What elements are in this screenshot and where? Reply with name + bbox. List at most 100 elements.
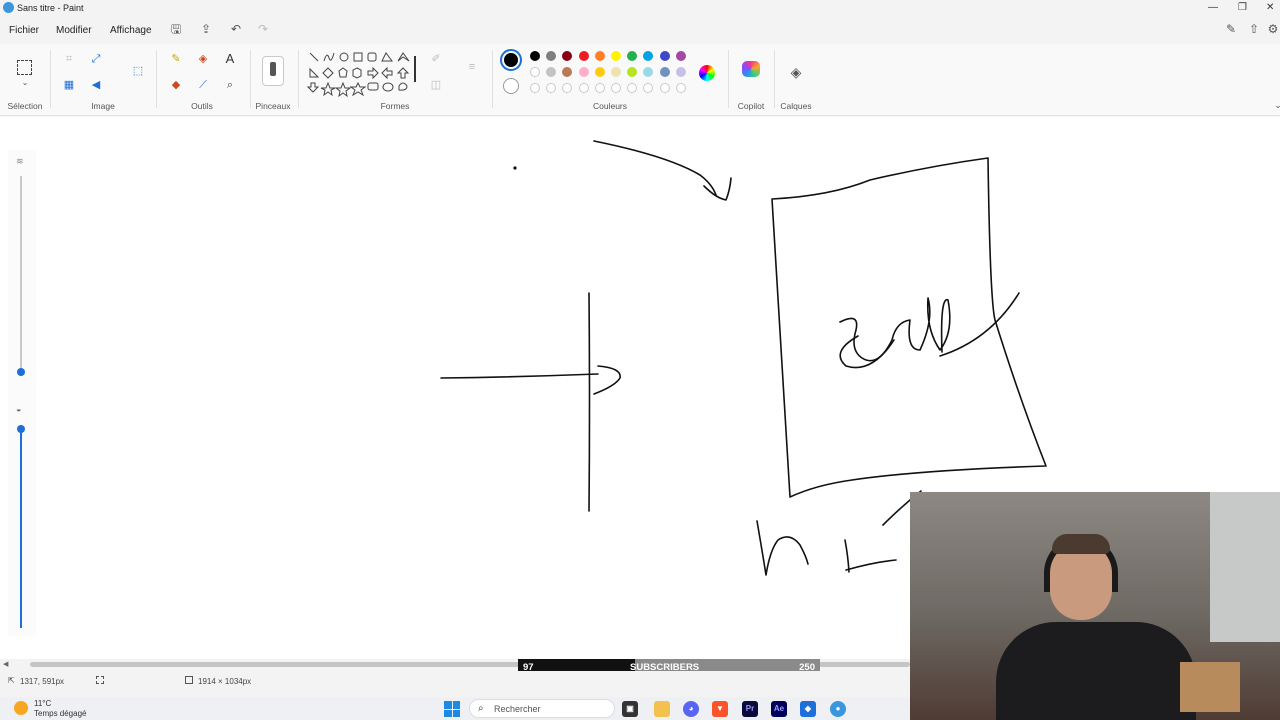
- select-rect-button[interactable]: [17, 60, 32, 75]
- custom-color-slot[interactable]: [546, 83, 557, 93]
- weather-text[interactable]: Temps dégagé: [34, 709, 86, 718]
- close-button[interactable]: ✕: [1266, 2, 1274, 13]
- zoom-panel: ≋ ◒: [8, 150, 36, 636]
- color-swatch[interactable]: [675, 67, 686, 77]
- secondary-color-well[interactable]: [503, 78, 519, 94]
- color-swatch[interactable]: [594, 51, 605, 61]
- color-swatch[interactable]: [627, 51, 638, 61]
- color-swatch[interactable]: [659, 51, 670, 61]
- scroll-left-icon[interactable]: ◀: [3, 660, 8, 668]
- fill-bucket-icon[interactable]: ◈: [195, 52, 211, 68]
- minimize-button[interactable]: —: [1208, 2, 1218, 13]
- zoom-slider[interactable]: [20, 176, 22, 376]
- menu-file[interactable]: Fichier: [9, 25, 39, 36]
- undo-icon[interactable]: ↶: [229, 22, 243, 36]
- custom-color-slot[interactable]: [578, 83, 589, 93]
- outline-icon[interactable]: ✐: [428, 52, 444, 68]
- select-all-icon[interactable]: ▦: [61, 78, 77, 94]
- canvas-size-icon: [185, 676, 193, 684]
- brush-size-icon[interactable]: ◒: [16, 404, 21, 414]
- fill-icon[interactable]: ◫: [428, 78, 444, 94]
- color-swatch[interactable]: [659, 67, 670, 77]
- color-swatch[interactable]: [530, 67, 540, 77]
- window-title: Sans titre - Paint: [17, 3, 84, 13]
- shapes-gallery[interactable]: [306, 50, 418, 100]
- color-swatch[interactable]: [562, 67, 573, 77]
- webcam-overlay: [910, 492, 1280, 720]
- color-swatch[interactable]: [546, 67, 557, 77]
- color-swatch[interactable]: [546, 51, 557, 61]
- custom-color-slot[interactable]: [643, 83, 654, 93]
- ribbon-collapse-icon[interactable]: ⌄: [1270, 98, 1280, 114]
- restore-button[interactable]: ❐: [1238, 2, 1247, 13]
- stroke-scribble-loop: [839, 335, 895, 369]
- copilot-icon[interactable]: [742, 61, 760, 77]
- color-swatch[interactable]: [611, 67, 621, 77]
- settings-icon[interactable]: ⚙: [1266, 22, 1280, 36]
- feedback-icon[interactable]: ✎: [1224, 22, 1238, 36]
- custom-color-slot[interactable]: [611, 83, 621, 93]
- crop-icon[interactable]: ⌗: [61, 52, 77, 68]
- custom-color-slot[interactable]: [562, 83, 573, 93]
- text-icon[interactable]: A: [222, 52, 238, 68]
- color-picker-icon[interactable]: ⟋: [195, 78, 211, 94]
- color-swatch[interactable]: [578, 51, 589, 61]
- layers-icon[interactable]: ◈: [788, 65, 804, 81]
- chevron-down-icon[interactable]: ⌄: [17, 76, 33, 92]
- zoom-slider-thumb[interactable]: [17, 368, 25, 376]
- magnifier-icon[interactable]: ⌕: [222, 78, 238, 94]
- size-slider-thumb[interactable]: [17, 425, 25, 433]
- color-swatch[interactable]: [578, 67, 589, 77]
- menu-view[interactable]: Affichage: [110, 25, 152, 36]
- shapes-scrollbar[interactable]: [414, 56, 416, 82]
- file-explorer-icon[interactable]: [654, 701, 670, 717]
- rotate-icon[interactable]: ◀: [88, 78, 104, 94]
- selection-size-icon: [96, 676, 104, 684]
- task-view-icon[interactable]: ▣: [622, 701, 638, 717]
- menu-edit[interactable]: Modifier: [56, 25, 92, 36]
- pencil-icon[interactable]: ✎: [168, 52, 184, 68]
- zoom-fit-icon[interactable]: ≋: [16, 156, 24, 167]
- start-icon[interactable]: [444, 701, 460, 717]
- color-swatch[interactable]: [643, 67, 654, 77]
- group-label-colors: Couleurs: [592, 101, 628, 111]
- eraser-icon[interactable]: ◆: [168, 78, 184, 94]
- color-swatch[interactable]: [611, 51, 621, 61]
- color-swatch[interactable]: [627, 67, 638, 77]
- brave-icon[interactable]: ▼: [712, 701, 728, 717]
- custom-color-slot[interactable]: [530, 83, 540, 93]
- color-swatch[interactable]: [675, 51, 686, 61]
- weather-icon[interactable]: [14, 701, 28, 715]
- color-wheel-icon[interactable]: [699, 65, 715, 81]
- custom-color-slot[interactable]: [675, 83, 686, 93]
- resize-icon[interactable]: ⤢: [88, 52, 104, 68]
- size-slider[interactable]: [20, 428, 22, 628]
- menu-bar: Fichier Modifier Affichage 🖫 ⇪ ↶ ↷ ✎ ⇧ ⚙: [0, 16, 1280, 44]
- custom-color-slot[interactable]: [594, 83, 605, 93]
- premiere-icon[interactable]: Pr: [742, 701, 758, 717]
- color-swatch[interactable]: [530, 51, 540, 61]
- size-icon[interactable]: ≡: [464, 60, 480, 76]
- discord-icon[interactable]: ◕: [683, 701, 699, 717]
- boxes: [1180, 662, 1240, 712]
- color-swatch[interactable]: [562, 51, 573, 61]
- color-swatch[interactable]: [643, 51, 654, 61]
- app-icon[interactable]: ◆: [800, 701, 816, 717]
- save-icon[interactable]: 🖫: [169, 22, 183, 36]
- custom-color-slot[interactable]: [659, 83, 670, 93]
- paint-taskbar-icon[interactable]: ●: [830, 701, 846, 717]
- redo-icon[interactable]: ↷: [256, 22, 270, 36]
- primary-color-well[interactable]: [500, 49, 522, 71]
- group-label-shapes: Formes: [380, 101, 410, 111]
- share-cloud-icon[interactable]: ⇧: [1247, 22, 1261, 36]
- color-swatch[interactable]: [594, 67, 605, 77]
- search-box[interactable]: ⌕ Rechercher: [469, 699, 615, 718]
- group-label-brushes: Pinceaux: [255, 101, 291, 111]
- weather-temp[interactable]: 11°C: [34, 699, 51, 708]
- after-effects-icon[interactable]: Ae: [771, 701, 787, 717]
- title-bar: Sans titre - Paint — ❐ ✕: [0, 0, 1280, 16]
- brush-icon[interactable]: [262, 56, 284, 86]
- share-icon[interactable]: ⇪: [199, 22, 213, 36]
- remove-background-icon[interactable]: ⬚: [130, 64, 146, 80]
- custom-color-slot[interactable]: [627, 83, 638, 93]
